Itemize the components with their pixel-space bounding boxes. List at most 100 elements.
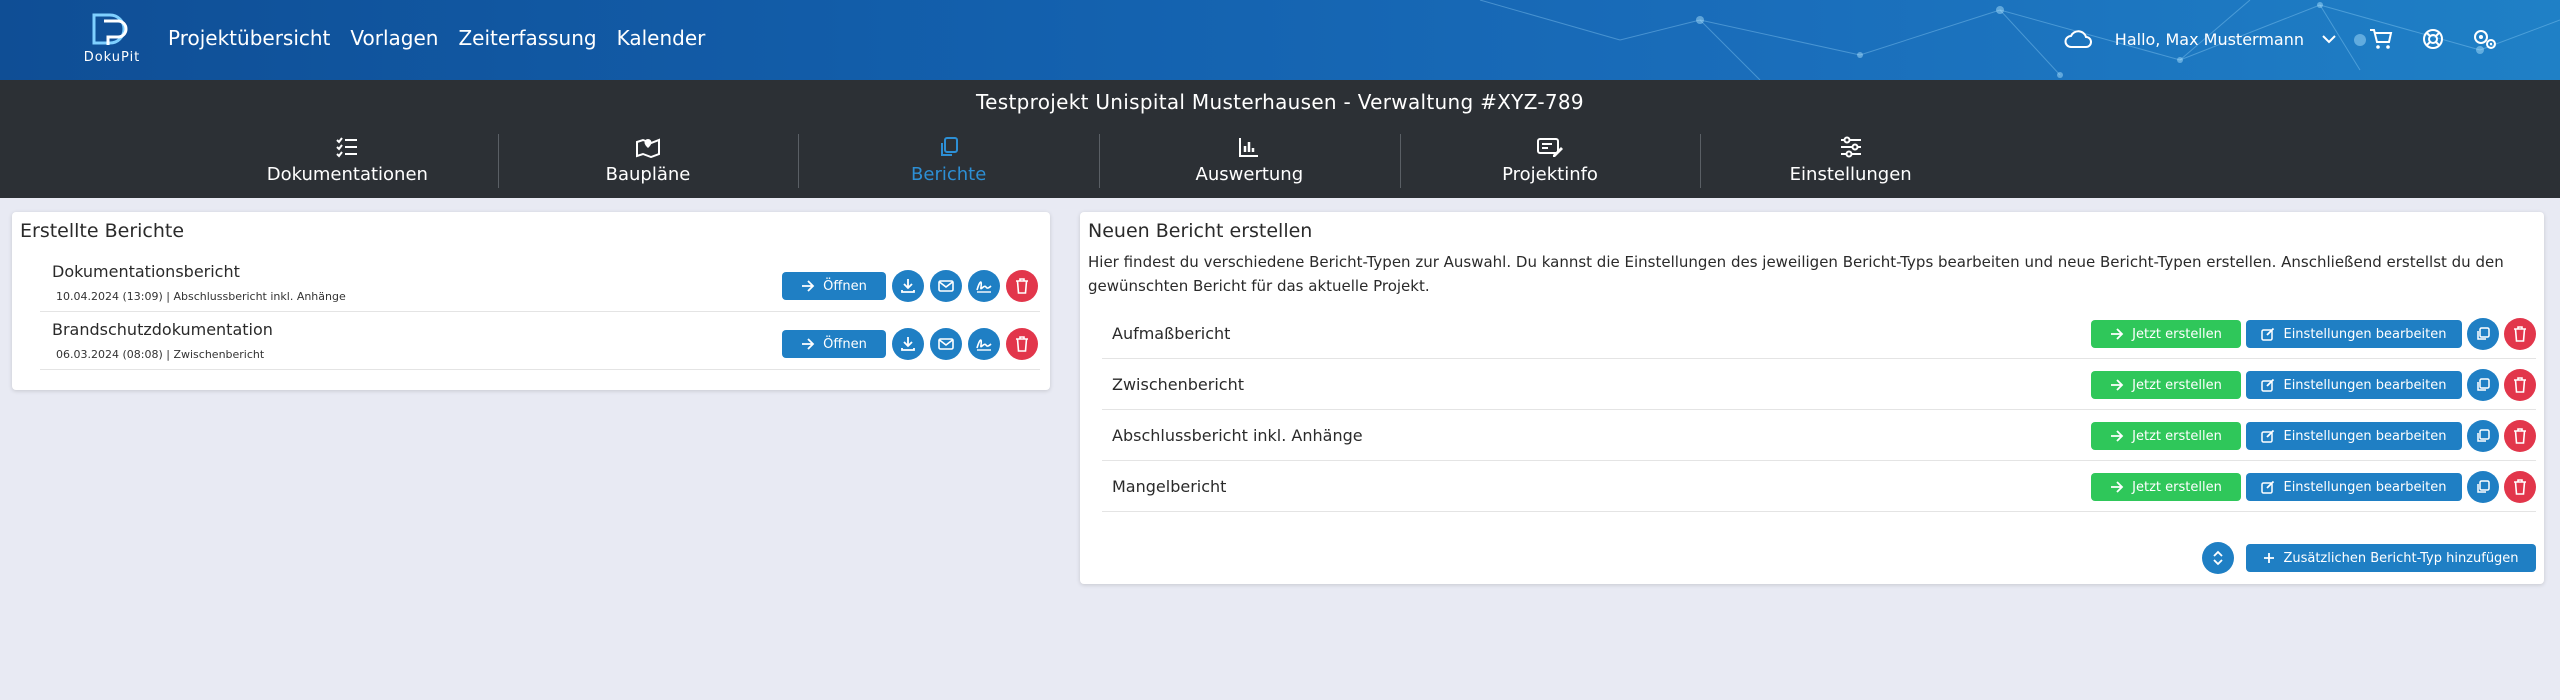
report-type-name: Mangelbericht [1112, 477, 1227, 496]
report-type-row: Aufmaßbericht Jetzt erstellen Einstellun… [1102, 308, 2536, 359]
create-report-button[interactable]: Jetzt erstellen [2091, 371, 2241, 399]
app-logo[interactable]: DokuPit [76, 12, 148, 68]
report-type-actions: Jetzt erstellen Einstellungen bearbeiten [2091, 318, 2536, 350]
button-label: Jetzt erstellen [2132, 428, 2222, 444]
project-name: Testprojekt Unispital Musterhausen - Ver… [976, 90, 1474, 114]
report-name: Brandschutzdokumentation [52, 320, 273, 339]
trash-icon [1016, 278, 1028, 294]
edit-note-icon [1537, 138, 1564, 157]
edit-icon [2261, 429, 2275, 443]
nav-vorlagen[interactable]: Vorlagen [350, 26, 438, 50]
create-report-button[interactable]: Jetzt erstellen [2091, 422, 2241, 450]
nav-projektuebersicht[interactable]: Projektübersicht [168, 26, 330, 50]
copy-icon [2477, 480, 2490, 493]
sign-button[interactable] [968, 328, 1000, 360]
mail-icon [938, 338, 954, 350]
map-icon [636, 138, 660, 158]
download-button[interactable] [892, 270, 924, 302]
nav-zeiterfassung[interactable]: Zeiterfassung [458, 26, 596, 50]
arrow-right-icon [2111, 328, 2124, 340]
help-lifebuoy-icon[interactable] [2418, 24, 2448, 54]
edit-settings-button[interactable]: Einstellungen bearbeiten [2246, 320, 2462, 348]
edit-settings-button[interactable]: Einstellungen bearbeiten [2246, 473, 2462, 501]
tab-label: Berichte [911, 164, 987, 185]
report-row: Brandschutzdokumentation 06.03.2024 (08:… [40, 312, 1040, 370]
button-label: Öffnen [823, 336, 867, 352]
delete-button[interactable] [2504, 420, 2536, 452]
edit-icon [2261, 327, 2275, 341]
tab-einstellungen[interactable]: Einstellungen [1700, 130, 2001, 192]
arrow-right-icon [2111, 430, 2124, 442]
user-greeting[interactable]: Hallo, Max Mustermann [2115, 30, 2304, 49]
signature-icon [976, 281, 992, 293]
cart-icon[interactable] [2366, 24, 2396, 54]
delete-button[interactable] [2504, 369, 2536, 401]
card-title: Erstellte Berichte [20, 220, 185, 242]
email-button[interactable] [930, 328, 962, 360]
delete-button[interactable] [2504, 318, 2536, 350]
copy-icon [2477, 327, 2490, 340]
download-button[interactable] [892, 328, 924, 360]
button-label: Einstellungen bearbeiten [2283, 428, 2447, 444]
copy-icon [2477, 378, 2490, 391]
report-row: Dokumentationsbericht 10.04.2024 (13:09)… [40, 254, 1040, 312]
open-report-button[interactable]: Öffnen [782, 330, 886, 358]
bottom-actions: Zusätzlichen Bericht-Typ hinzufügen [2202, 542, 2536, 574]
tab-berichte[interactable]: Berichte [798, 130, 1099, 192]
card-title: Neuen Bericht erstellen [1088, 220, 1313, 242]
copy-icon [940, 137, 958, 156]
duplicate-button[interactable] [2467, 471, 2499, 503]
download-icon [901, 337, 915, 351]
report-actions: Öffnen [782, 270, 1038, 302]
report-type-actions: Jetzt erstellen Einstellungen bearbeiten [2091, 369, 2536, 401]
download-icon [901, 279, 915, 293]
edit-settings-button[interactable]: Einstellungen bearbeiten [2246, 371, 2462, 399]
button-label: Jetzt erstellen [2132, 326, 2222, 342]
delete-button[interactable] [1006, 270, 1038, 302]
logo-text: DokuPit [83, 50, 141, 65]
signature-icon [976, 339, 992, 351]
report-name: Dokumentationsbericht [52, 262, 240, 281]
duplicate-button[interactable] [2467, 369, 2499, 401]
delete-button[interactable] [1006, 328, 1038, 360]
tab-label: Dokumentationen [266, 164, 428, 185]
tab-auswertung[interactable]: Auswertung [1099, 130, 1400, 192]
email-button[interactable] [930, 270, 962, 302]
trash-icon [2514, 428, 2526, 444]
reorder-button[interactable] [2202, 542, 2234, 574]
nav-kalender[interactable]: Kalender [617, 26, 706, 50]
project-header: Testprojekt Unispital Musterhausen - Ver… [0, 80, 2560, 198]
chevron-down-icon[interactable] [2314, 24, 2344, 54]
create-report-button[interactable]: Jetzt erstellen [2091, 473, 2241, 501]
delete-button[interactable] [2504, 471, 2536, 503]
user-area: Hallo, Max Mustermann [2063, 24, 2500, 54]
tab-bauplaene[interactable]: Baupläne [497, 130, 799, 192]
edit-icon [2261, 480, 2275, 494]
sign-button[interactable] [968, 270, 1000, 302]
button-label: Jetzt erstellen [2132, 377, 2222, 393]
edit-settings-button[interactable]: Einstellungen bearbeiten [2246, 422, 2462, 450]
trash-icon [2514, 377, 2526, 393]
button-label: Einstellungen bearbeiten [2283, 479, 2447, 495]
duplicate-button[interactable] [2467, 318, 2499, 350]
tab-label: Baupläne [605, 164, 691, 185]
button-label: Öffnen [823, 278, 867, 294]
report-type-row: Mangelbericht Jetzt erstellen Einstellun… [1102, 461, 2536, 512]
trash-icon [2514, 479, 2526, 495]
report-type-name: Abschlussbericht inkl. Anhänge [1112, 426, 1363, 445]
project-title: Testprojekt Unispital Musterhausen - Ver… [0, 90, 2560, 114]
settings-gears-icon[interactable] [2470, 24, 2500, 54]
card-description: Hier findest du verschiedene Bericht-Typ… [1088, 253, 2504, 295]
button-label: Einstellungen bearbeiten [2283, 326, 2447, 342]
add-report-type-button[interactable]: Zusätzlichen Bericht-Typ hinzufügen [2246, 544, 2536, 572]
sliders-icon [1840, 136, 1861, 158]
button-label: Zusätzlichen Bericht-Typ hinzufügen [2283, 550, 2519, 566]
create-report-button[interactable]: Jetzt erstellen [2091, 320, 2241, 348]
duplicate-button[interactable] [2467, 420, 2499, 452]
open-report-button[interactable]: Öffnen [782, 272, 886, 300]
mail-icon [938, 280, 954, 292]
main-nav: Projektübersicht Vorlagen Zeiterfassung … [168, 26, 705, 50]
tab-dokumentationen[interactable]: Dokumentationen [197, 130, 498, 192]
tab-projektinfo[interactable]: Projektinfo [1399, 130, 1701, 192]
cloud-icon[interactable] [2063, 24, 2093, 54]
